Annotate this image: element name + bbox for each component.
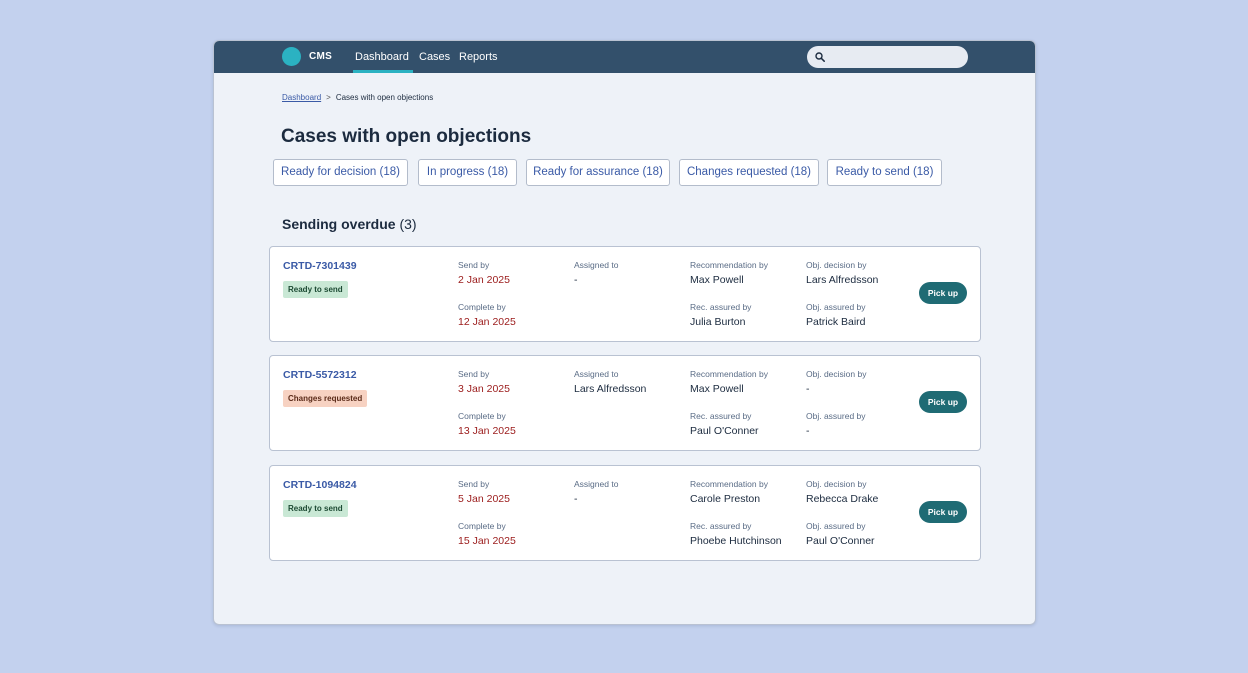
tab-count: (18) xyxy=(790,166,812,178)
assigned-to-label: Assigned to xyxy=(574,369,619,379)
obj-decision-by-value: - xyxy=(806,383,810,395)
top-navbar: CMS Dashboard Cases Reports xyxy=(214,41,1035,73)
recommendation-by-value: Max Powell xyxy=(690,274,744,286)
obj-assured-by-value: Paul O'Conner xyxy=(806,535,875,547)
assigned-to-label: Assigned to xyxy=(574,479,619,489)
tab-label: In progress xyxy=(426,166,485,178)
brand-name: CMS xyxy=(309,51,333,62)
tab-changes-requested[interactable]: Changes requested (18) xyxy=(679,159,819,186)
assigned-to-value: Lars Alfredsson xyxy=(574,383,647,395)
tab-ready-to-send[interactable]: Ready to send (18) xyxy=(827,159,942,186)
nav-dashboard[interactable]: Dashboard xyxy=(353,41,413,73)
tab-count: (18) xyxy=(487,166,509,178)
search-input[interactable] xyxy=(807,46,968,68)
section-title: Sending overdue (3) xyxy=(282,216,417,232)
tab-label: Ready to send xyxy=(835,166,910,178)
tab-count: (18) xyxy=(642,166,663,178)
obj-assured-by-label: Obj. assured by xyxy=(806,411,866,421)
case-card: CRTD-7301439 Ready to send Send by 2 Jan… xyxy=(269,246,981,342)
section-title-text: Sending overdue xyxy=(282,216,396,232)
obj-assured-by-label: Obj. assured by xyxy=(806,302,866,312)
complete-by-value: 13 Jan 2025 xyxy=(458,425,516,437)
assigned-to-label: Assigned to xyxy=(574,260,619,270)
tab-ready-for-decision[interactable]: Ready for decision (18) xyxy=(273,159,408,186)
nav-reports[interactable]: Reports xyxy=(459,41,498,73)
rec-assured-by-label: Rec. assured by xyxy=(690,521,752,531)
obj-assured-by-value: Patrick Baird xyxy=(806,316,866,328)
send-by-label: Send by xyxy=(458,479,490,489)
breadcrumb-separator: > xyxy=(326,93,331,102)
send-by-value: 2 Jan 2025 xyxy=(458,274,510,286)
case-card: CRTD-5572312 Changes requested Send by 3… xyxy=(269,355,981,451)
pick-up-button[interactable]: Pick up xyxy=(919,391,967,413)
logo-icon xyxy=(282,47,301,66)
send-by-value: 5 Jan 2025 xyxy=(458,493,510,505)
tab-count: (18) xyxy=(379,166,400,178)
rec-assured-by-value: Phoebe Hutchinson xyxy=(690,535,782,547)
send-by-label: Send by xyxy=(458,369,490,379)
breadcrumb-current: Cases with open objections xyxy=(335,93,434,102)
tab-label: Changes requested xyxy=(686,166,788,178)
complete-by-value: 15 Jan 2025 xyxy=(458,535,516,547)
tab-in-progress[interactable]: In progress (18) xyxy=(418,159,517,186)
obj-decision-by-label: Obj. decision by xyxy=(806,260,867,270)
breadcrumb-dashboard-link[interactable]: Dashboard xyxy=(282,93,321,102)
case-id-link[interactable]: CRTD-5572312 xyxy=(283,369,357,381)
obj-decision-by-label: Obj. decision by xyxy=(806,369,867,379)
recommendation-by-value: Carole Preston xyxy=(690,493,761,505)
recommendation-by-value: Max Powell xyxy=(690,383,744,395)
recommendation-by-label: Recommendation by xyxy=(690,479,768,489)
tab-count: (18) xyxy=(912,166,934,178)
breadcrumb: Dashboard > Cases with open objections xyxy=(282,93,433,102)
tab-label: Ready for assurance xyxy=(533,166,640,178)
obj-decision-by-label: Obj. decision by xyxy=(806,479,867,489)
rec-assured-by-label: Rec. assured by xyxy=(690,302,752,312)
rec-assured-by-label: Rec. assured by xyxy=(690,411,752,421)
send-by-label: Send by xyxy=(458,260,490,270)
case-card: CRTD-1094824 Ready to send Send by 5 Jan… xyxy=(269,465,981,561)
assigned-to-value: - xyxy=(574,493,578,505)
tab-label: Ready for decision xyxy=(281,166,377,178)
obj-decision-by-value: Rebecca Drake xyxy=(806,493,879,505)
page-title: Cases with open objections xyxy=(281,126,532,147)
pick-up-button[interactable]: Pick up xyxy=(919,501,967,523)
section-count: (3) xyxy=(399,216,417,232)
case-id-link[interactable]: CRTD-7301439 xyxy=(283,260,357,272)
send-by-value: 3 Jan 2025 xyxy=(458,383,510,395)
obj-decision-by-value: Lars Alfredsson xyxy=(806,274,879,286)
obj-assured-by-value: - xyxy=(806,425,810,437)
complete-by-label: Complete by xyxy=(458,302,506,312)
obj-assured-by-label: Obj. assured by xyxy=(806,521,866,531)
status-badge: Ready to send xyxy=(283,500,348,517)
nav-cases[interactable]: Cases xyxy=(419,41,450,73)
assigned-to-value: - xyxy=(574,274,578,286)
recommendation-by-label: Recommendation by xyxy=(690,369,768,379)
pick-up-button[interactable]: Pick up xyxy=(919,282,967,304)
complete-by-label: Complete by xyxy=(458,521,506,531)
tab-ready-for-assurance[interactable]: Ready for assurance (18) xyxy=(526,159,670,186)
recommendation-by-label: Recommendation by xyxy=(690,260,768,270)
status-badge: Ready to send xyxy=(283,281,348,298)
app-window: CMS Dashboard Cases Reports Dashboard > Ca… xyxy=(213,40,1036,625)
status-badge: Changes requested xyxy=(283,390,368,407)
rec-assured-by-value: Julia Burton xyxy=(690,316,746,328)
rec-assured-by-value: Paul O'Conner xyxy=(690,425,759,437)
case-id-link[interactable]: CRTD-1094824 xyxy=(283,479,357,491)
complete-by-value: 12 Jan 2025 xyxy=(458,316,516,328)
complete-by-label: Complete by xyxy=(458,411,506,421)
